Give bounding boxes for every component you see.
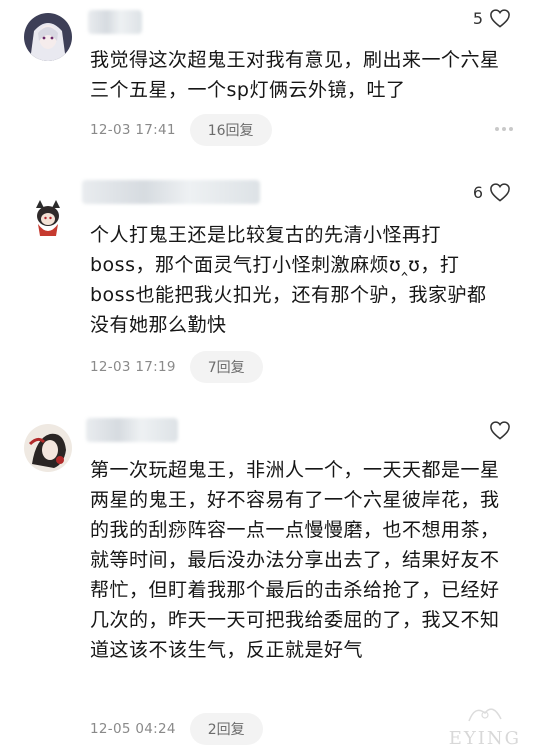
more-dots-icon[interactable] [495, 127, 513, 131]
replies-button[interactable]: 7回复 [189, 351, 263, 383]
heart-outline-icon [490, 183, 510, 202]
comment-item: 5 我觉得这次超鬼王对我有意见，刷出来一个六星三个五星，一个sp灯俩云外镜，吐了… [0, 0, 535, 170]
comment-time: 12-03 17:19 [90, 359, 176, 375]
heart-outline-icon [490, 421, 510, 440]
like-button[interactable]: 6 [473, 182, 511, 202]
comment-item: 第一次玩超鬼王，非洲人一个，一天天都是一星两星的鬼王，好不容易有了一个六星彼岸花… [0, 400, 535, 753]
comment-meta: 12-03 17:19 7回复 [90, 351, 263, 383]
like-button[interactable] [483, 420, 511, 440]
comment-time: 12-03 17:41 [90, 122, 176, 138]
heart-outline-icon [490, 9, 510, 28]
replies-button[interactable]: 16回复 [189, 114, 272, 146]
avatar[interactable] [24, 13, 72, 61]
comment-text: 个人打鬼王还是比较复古的先清小怪再打boss，那个面灵气打小怪刺激麻烦ʊ‸ʊ，打… [90, 224, 487, 336]
replies-button[interactable]: 2回复 [189, 713, 263, 745]
like-count: 5 [472, 8, 483, 28]
comment-time: 12-05 04:24 [90, 721, 176, 737]
watermark-logo: EYING [447, 703, 523, 749]
comment-text: 第一次玩超鬼王，非洲人一个，一天天都是一星两星的鬼王，好不容易有了一个六星彼岸花… [90, 459, 500, 661]
like-count: 6 [472, 182, 483, 202]
comment-item: 6 个人打鬼王还是比较复古的先清小怪再打boss，那个面灵气打小怪刺激麻烦ʊ‸ʊ… [0, 170, 535, 400]
username-blurred [88, 10, 142, 34]
avatar[interactable] [24, 424, 72, 472]
watermark-text: EYING [448, 728, 521, 749]
comment-meta: 12-03 17:41 16回复 [90, 114, 272, 146]
like-button[interactable]: 5 [473, 8, 511, 28]
username-blurred [82, 180, 260, 204]
username-blurred [86, 418, 178, 442]
comment-text: 我觉得这次超鬼王对我有意见，刷出来一个六星三个五星，一个sp灯俩云外镜，吐了 [90, 49, 500, 101]
avatar[interactable] [24, 194, 72, 242]
comment-meta: 12-05 04:24 2回复 [90, 713, 263, 745]
